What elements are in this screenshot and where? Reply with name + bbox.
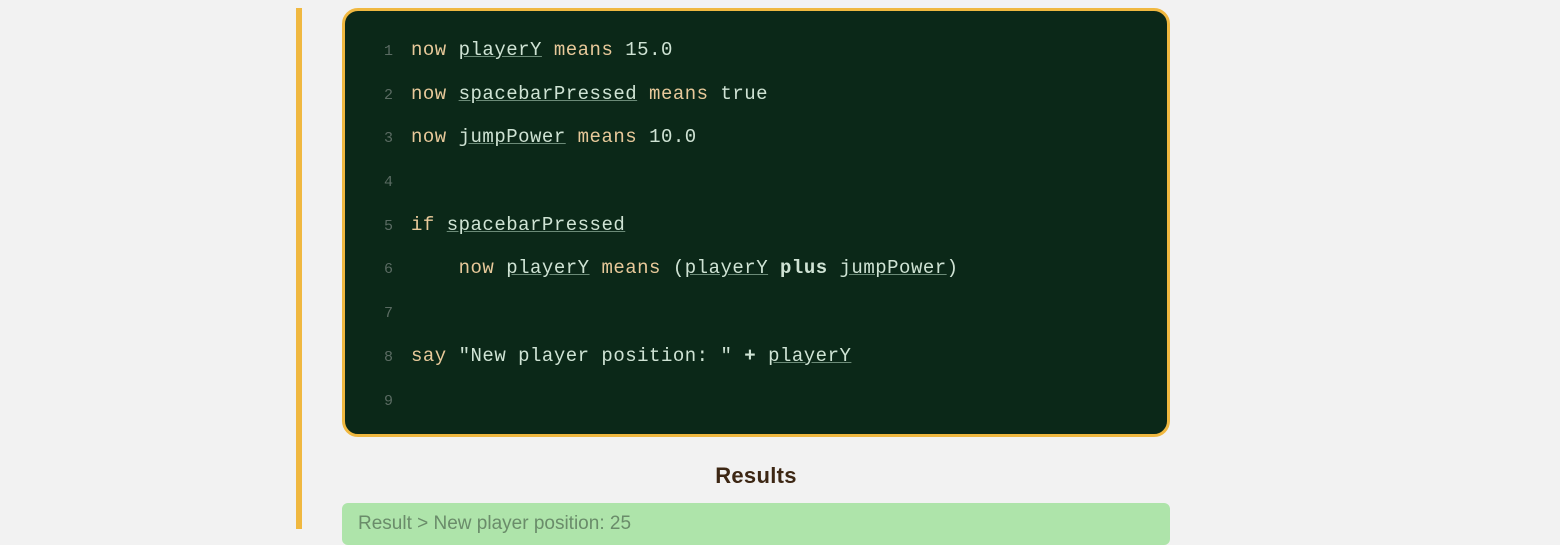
line-number: 3 (365, 122, 393, 157)
code-line: 6 now playerY means (playerY plus jumpPo… (365, 247, 1147, 291)
code-content: now playerY means 15.0 (411, 29, 673, 73)
code-line: 1 now playerY means 15.0 (365, 29, 1147, 73)
line-number: 4 (365, 166, 393, 201)
code-line: 4 (365, 160, 1147, 204)
line-number: 5 (365, 210, 393, 245)
code-line: 9 (365, 379, 1147, 423)
code-content: now jumpPower means 10.0 (411, 116, 697, 160)
code-content (411, 160, 423, 204)
code-content (411, 379, 423, 423)
line-number: 8 (365, 341, 393, 376)
accent-bar (296, 8, 302, 529)
code-block: 1 now playerY means 15.0 2 now spacebarPres… (342, 8, 1170, 437)
code-content (411, 291, 423, 335)
code-content: say "New player position: " + playerY (411, 335, 851, 379)
code-line: 8 say "New player position: " + playerY (365, 335, 1147, 379)
line-number: 1 (365, 35, 393, 70)
line-number: 9 (365, 385, 393, 420)
code-line: 5 if spacebarPressed (365, 204, 1147, 248)
code-line: 7 (365, 291, 1147, 335)
line-number: 2 (365, 79, 393, 114)
code-line: 3 now jumpPower means 10.0 (365, 116, 1147, 160)
code-content: if spacebarPressed (411, 204, 625, 248)
line-number: 6 (365, 253, 393, 288)
results-heading: Results (342, 463, 1170, 489)
code-content: now spacebarPressed means true (411, 73, 768, 117)
line-number: 7 (365, 297, 393, 332)
result-output: Result > New player position: 25 (342, 503, 1170, 545)
code-content: now playerY means (playerY plus jumpPowe… (411, 247, 959, 291)
code-line: 2 now spacebarPressed means true (365, 73, 1147, 117)
